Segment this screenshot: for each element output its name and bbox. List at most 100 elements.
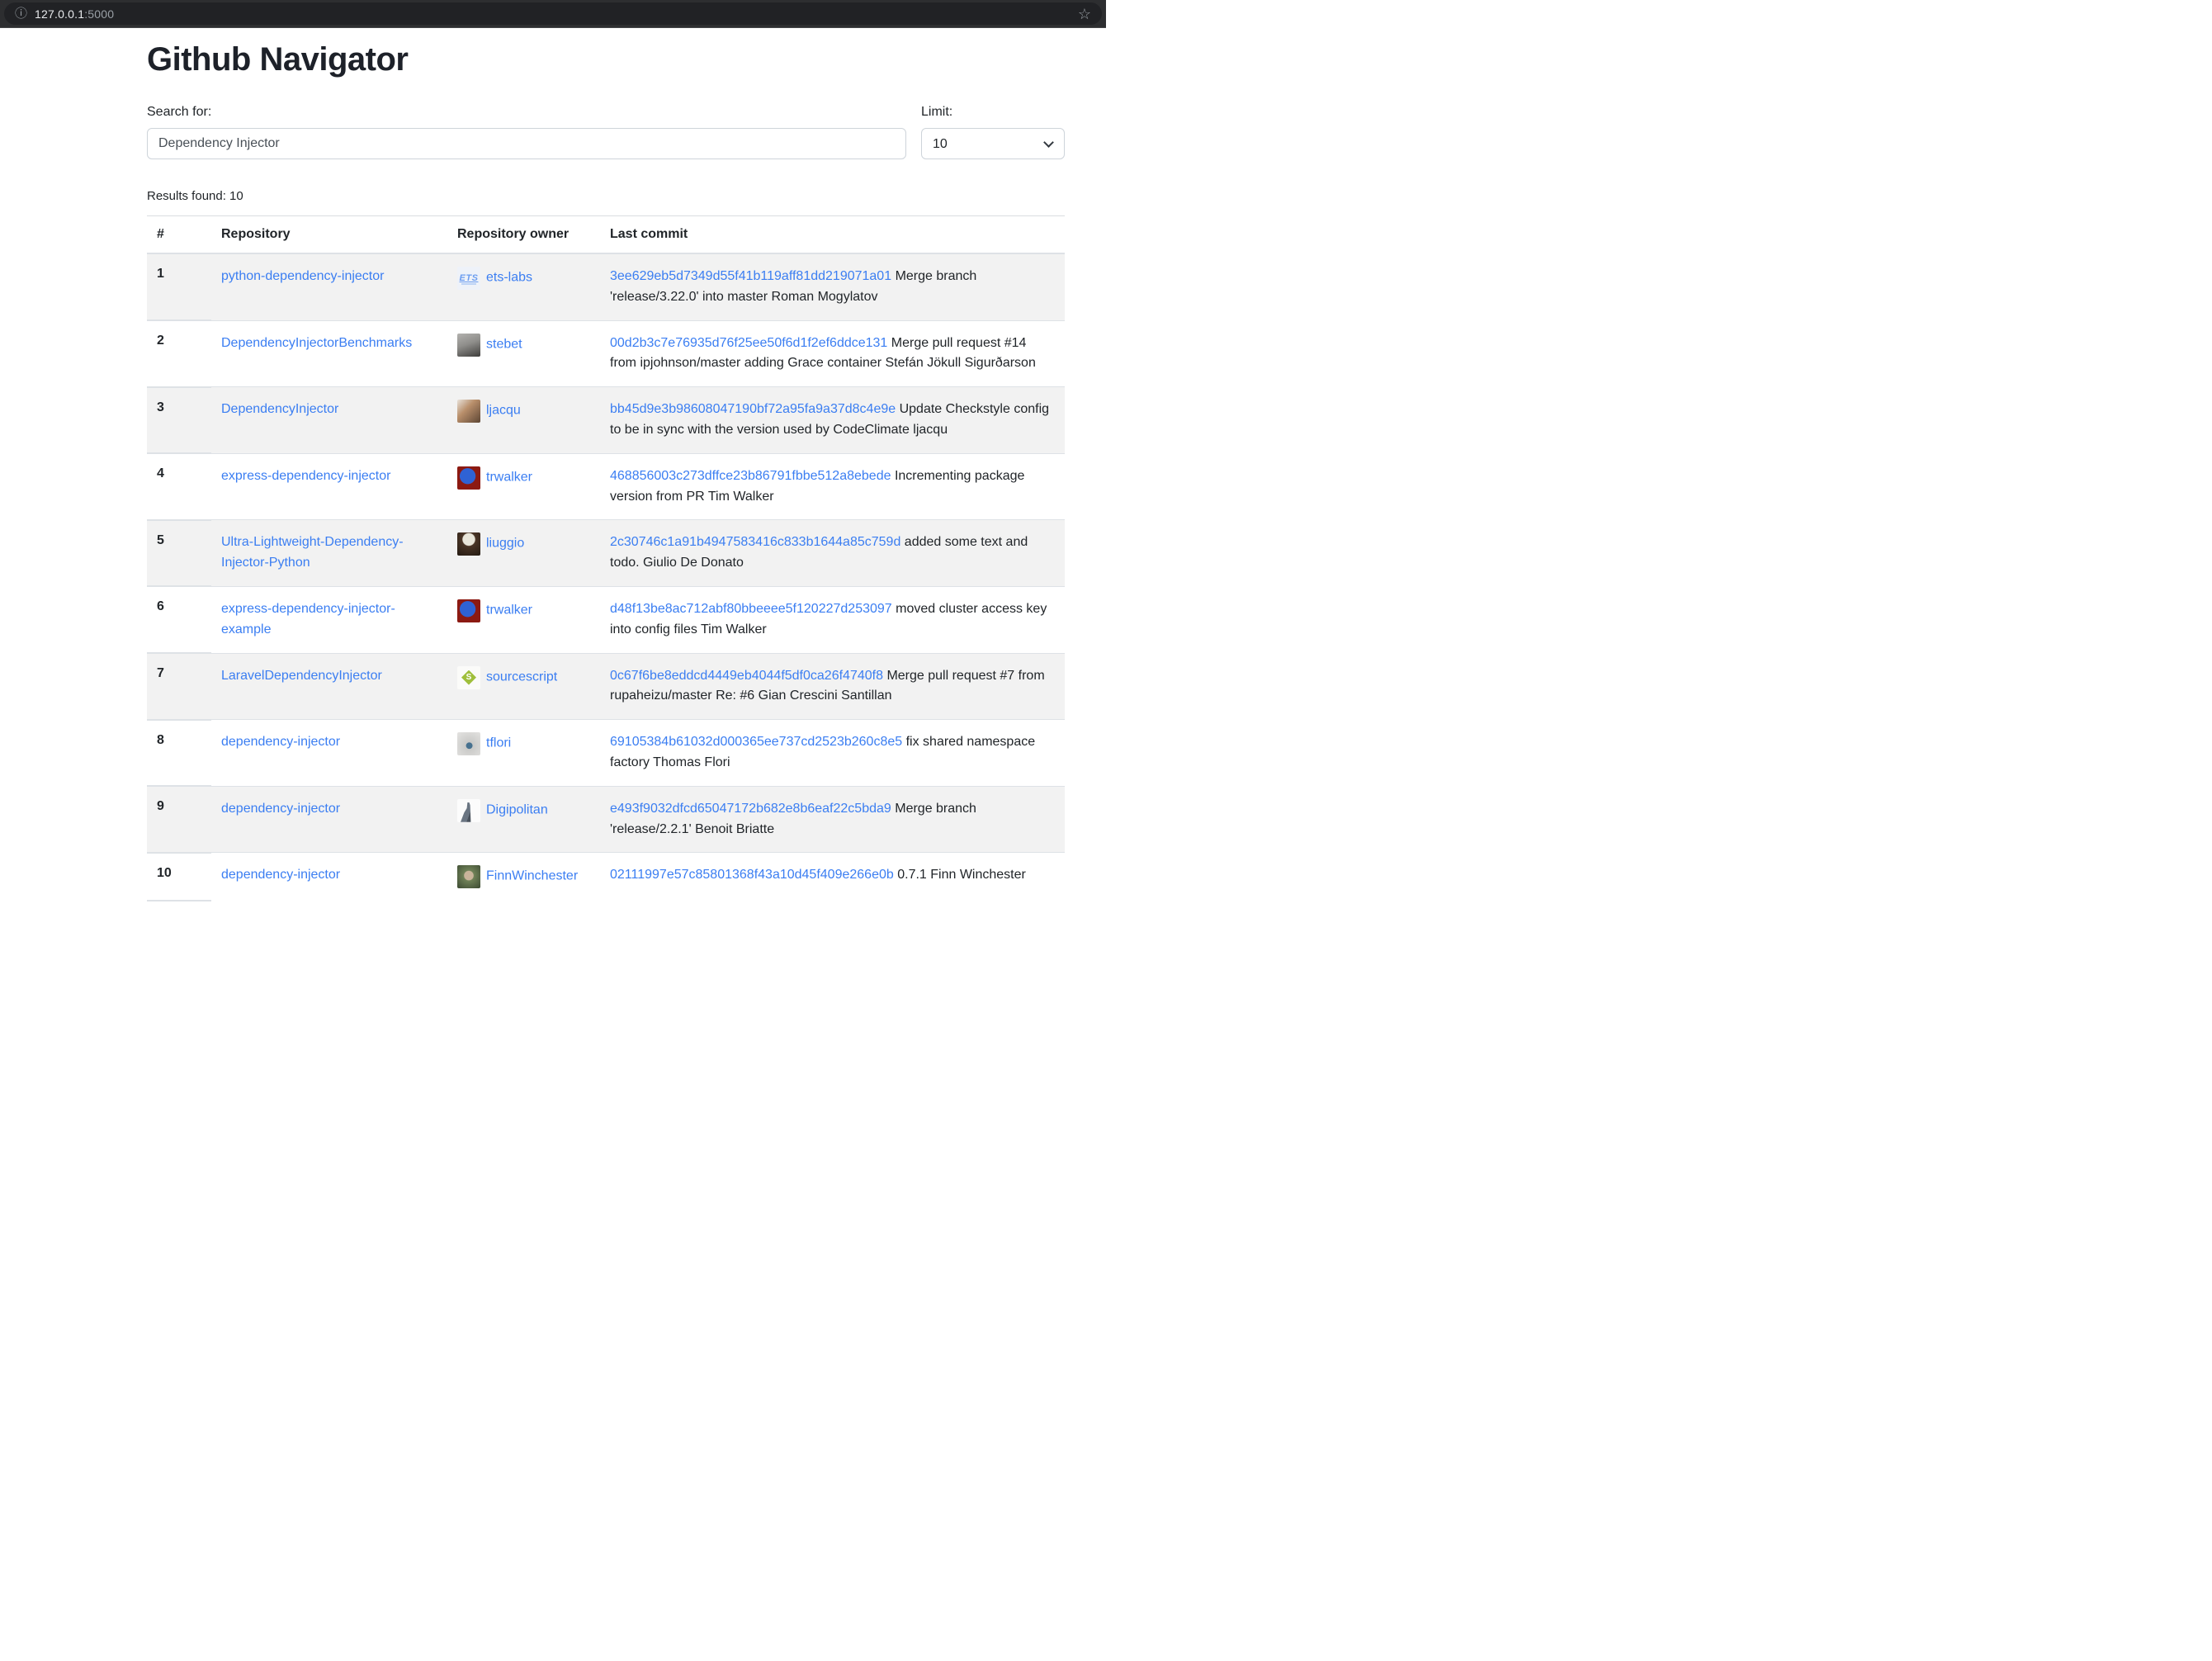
repo-link[interactable]: python-dependency-injector	[221, 269, 384, 283]
avatar-eye-photo	[457, 732, 480, 755]
row-index: 3	[147, 387, 211, 454]
repo-cell: DependencyInjectorBenchmarks	[211, 320, 447, 387]
url-pill[interactable]: ⓘ 127.0.0.1:5000 ☆	[4, 2, 1102, 25]
search-input[interactable]	[147, 128, 906, 159]
owner-link[interactable]: trwalker	[486, 470, 532, 484]
repo-cell: Ultra-Lightweight-Dependency-Injector-Py…	[211, 520, 447, 587]
owner-cell: Digipolitan	[447, 786, 600, 853]
repo-link[interactable]: dependency-injector	[221, 802, 340, 816]
row-index: 2	[147, 320, 211, 387]
limit-label: Limit:	[921, 105, 1065, 120]
table-head: # Repository Repository owner Last commi…	[147, 216, 1065, 253]
table-row: 6 express-dependency-injector-example tr…	[147, 586, 1065, 653]
repo-cell: dependency-injector	[211, 720, 447, 787]
avatar-lego-spaceman-photo	[457, 466, 480, 490]
commit-hash-link[interactable]: bb45d9e3b98608047190bf72a95fa9a37d8c4e9e	[610, 402, 896, 416]
owner-cell: Ssourcescript	[447, 653, 600, 720]
repo-cell: DependencyInjector	[211, 387, 447, 454]
commit-message: 0.7.1 Finn Winchester	[897, 868, 1026, 882]
owner-cell: trwalker	[447, 586, 600, 653]
row-index: 9	[147, 786, 211, 853]
results-table: # Repository Repository owner Last commi…	[147, 216, 1065, 901]
avatar-portrait-photo	[457, 532, 480, 556]
star-icon[interactable]: ☆	[1078, 7, 1091, 21]
table-row: 2 DependencyInjectorBenchmarks stebet 00…	[147, 320, 1065, 387]
header-last-commit: Last commit	[600, 216, 1065, 253]
repo-link[interactable]: DependencyInjector	[221, 402, 338, 416]
url-text[interactable]: 127.0.0.1:5000	[35, 7, 114, 21]
table-row: 5 Ultra-Lightweight-Dependency-Injector-…	[147, 520, 1065, 587]
avatar-portrait-photo	[457, 400, 480, 423]
avatar-ets-labs-logo: ETS	[457, 267, 480, 290]
row-index: 7	[147, 653, 211, 720]
commit-hash-link[interactable]: 69105384b61032d000365ee737cd2523b260c8e5	[610, 735, 902, 749]
owner-cell: ljacqu	[447, 387, 600, 454]
repo-link[interactable]: dependency-injector	[221, 735, 340, 749]
repo-link[interactable]: dependency-injector	[221, 868, 340, 882]
commit-hash-link[interactable]: e493f9032dfcd65047172b682e8b6eaf22c5bda9	[610, 802, 891, 816]
repo-link[interactable]: express-dependency-injector-example	[221, 602, 395, 636]
repo-cell: dependency-injector	[211, 786, 447, 853]
repo-link[interactable]: Ultra-Lightweight-Dependency-Injector-Py…	[221, 535, 404, 570]
owner-link[interactable]: sourcescript	[486, 670, 557, 684]
owner-link[interactable]: stebet	[486, 337, 522, 351]
table-row: 7 LaravelDependencyInjector Ssourcescrip…	[147, 653, 1065, 720]
limit-block: Limit: 10	[921, 105, 1065, 159]
url-host: 127.0.0.1	[35, 7, 84, 21]
header-index: #	[147, 216, 211, 253]
table-row: 1 python-dependency-injector ETS ets-labs…	[147, 253, 1065, 320]
repo-link[interactable]: DependencyInjectorBenchmarks	[221, 336, 412, 350]
owner-link[interactable]: ljacqu	[486, 404, 521, 418]
commit-hash-link[interactable]: 2c30746c1a91b4947583416c833b1644a85c759d	[610, 535, 900, 549]
table-row: 4 express-dependency-injector trwalker 4…	[147, 453, 1065, 520]
commit-hash-link[interactable]: 3ee629eb5d7349d55f41b119aff81dd219071a01	[610, 269, 891, 283]
owner-cell: trwalker	[447, 453, 600, 520]
commit-hash-link[interactable]: 0c67f6be8eddcd4449eb4044f5df0ca26f4740f8	[610, 669, 883, 683]
repo-cell: express-dependency-injector-example	[211, 586, 447, 653]
results-table-body: 1 python-dependency-injector ETS ets-labs…	[147, 253, 1065, 901]
commit-hash-link[interactable]: 00d2b3c7e76935d76f25ee50f6d1f2ef6ddce131	[610, 336, 887, 350]
owner-cell: FinnWinchester	[447, 853, 600, 901]
commit-cell: 00d2b3c7e76935d76f25ee50f6d1f2ef6ddce131…	[600, 320, 1065, 387]
commit-cell: 0c67f6be8eddcd4449eb4044f5df0ca26f4740f8…	[600, 653, 1065, 720]
owner-link[interactable]: Digipolitan	[486, 802, 548, 816]
row-index: 4	[147, 453, 211, 520]
commit-cell: bb45d9e3b98608047190bf72a95fa9a37d8c4e9e…	[600, 387, 1065, 454]
search-form: Search for: Limit: 10	[147, 105, 1065, 168]
table-row: 8 dependency-injector tflori 69105384b61…	[147, 720, 1065, 787]
avatar-portrait-photo	[457, 865, 480, 888]
owner-link[interactable]: ets-labs	[486, 271, 532, 285]
table-row: 9 dependency-injector Digipolitan e493f9…	[147, 786, 1065, 853]
page-title: Github Navigator	[147, 41, 1065, 78]
browser-url-bar: ⓘ 127.0.0.1:5000 ☆	[0, 0, 1106, 28]
commit-cell: d48f13be8ac712abf80bbeeee5f120227d253097…	[600, 586, 1065, 653]
commit-cell: 468856003c273dffce23b86791fbbe512a8ebede…	[600, 453, 1065, 520]
owner-link[interactable]: liuggio	[486, 537, 524, 551]
info-icon[interactable]: ⓘ	[15, 7, 27, 20]
page-content: Github Navigator Search for: Limit: 10 R…	[0, 41, 1065, 901]
owner-cell: tflori	[447, 720, 600, 787]
owner-link[interactable]: trwalker	[486, 603, 532, 618]
repo-link[interactable]: express-dependency-injector	[221, 469, 390, 483]
commit-hash-link[interactable]: 02111997e57c85801368f43a10d45f409e266e0b	[610, 868, 894, 882]
avatar-green-diamond-logo: S	[457, 666, 480, 689]
commit-hash-link[interactable]: 468856003c273dffce23b86791fbbe512a8ebede	[610, 469, 891, 483]
results-count: Results found: 10	[147, 189, 1065, 203]
limit-select[interactable]: 10	[921, 128, 1065, 159]
header-repository: Repository	[211, 216, 447, 253]
row-index: 1	[147, 253, 211, 320]
url-port: :5000	[84, 7, 114, 21]
repo-cell: LaravelDependencyInjector	[211, 653, 447, 720]
commit-hash-link[interactable]: d48f13be8ac712abf80bbeeee5f120227d253097	[610, 602, 892, 616]
owner-link[interactable]: FinnWinchester	[486, 869, 578, 883]
repo-link[interactable]: LaravelDependencyInjector	[221, 669, 382, 683]
table-row: 3 DependencyInjector ljacqu bb45d9e3b986…	[147, 387, 1065, 454]
commit-cell: 3ee629eb5d7349d55f41b119aff81dd219071a01…	[600, 253, 1065, 320]
owner-cell: stebet	[447, 320, 600, 387]
repo-cell: python-dependency-injector	[211, 253, 447, 320]
avatar-lego-spaceman-photo	[457, 599, 480, 622]
table-row: 10 dependency-injector FinnWinchester 02…	[147, 853, 1065, 901]
commit-cell: e493f9032dfcd65047172b682e8b6eaf22c5bda9…	[600, 786, 1065, 853]
repo-cell: express-dependency-injector	[211, 453, 447, 520]
owner-link[interactable]: tflori	[486, 736, 511, 750]
